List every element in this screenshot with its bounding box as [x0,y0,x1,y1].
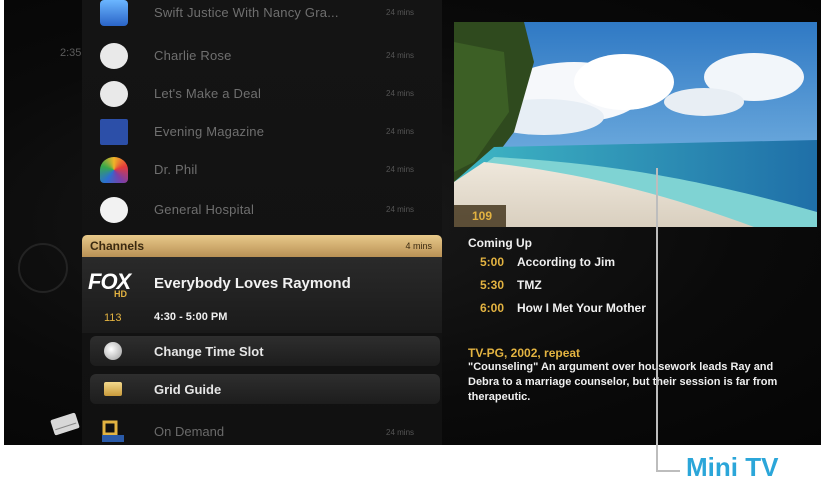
listing-duration: 24 mins [386,127,415,136]
coming-up-item[interactable]: 6:00 How I Met Your Mother [468,296,808,319]
pbs-logo [100,43,128,69]
grid-icon [104,382,122,396]
listing-title: Charlie Rose [154,48,232,63]
channels-mins: 4 mins [405,241,432,251]
selected-title: Everybody Loves Raymond [154,275,351,292]
listing-row[interactable]: Evening Magazine 24 mins [82,113,442,151]
listing-title: Dr. Phil [154,162,198,177]
coming-up-item[interactable]: 5:30 TMZ [468,273,808,296]
listing-duration: 24 mins [386,89,415,98]
selected-channel-number: 113 [104,312,122,324]
coming-up-time: 5:00 [480,255,505,269]
callout-line-horizontal [656,470,680,472]
mytv-logo [100,0,128,26]
menu-label: Change Time Slot [154,344,264,359]
coming-up-time: 6:00 [480,301,505,315]
listing-duration: 24 mins [386,205,415,214]
on-demand-logo [102,420,124,442]
on-demand-duration: 24 mins [386,428,415,437]
abc-logo [100,197,128,223]
listing-title: Let's Make a Deal [154,86,262,101]
channels-bar[interactable]: Channels 4 mins [82,235,442,257]
listing-duration: 24 mins [386,51,415,60]
listing-title: Swift Justice With Nancy Gra... [154,5,339,20]
network-sub-label: HD [114,289,127,299]
channels-label: Channels [90,239,145,253]
change-time-slot-button[interactable]: Change Time Slot [90,336,440,366]
selected-time: 4:30 - 5:00 PM [154,311,228,323]
grid-guide-button[interactable]: Grid Guide [90,374,440,404]
on-demand-row[interactable]: On Demand 24 mins [82,418,442,445]
beach-video-frame [454,22,817,227]
mini-tv[interactable]: 109 [454,22,817,227]
selected-program[interactable]: FOX HD Everybody Loves Raymond 113 4:30 … [82,257,442,333]
mini-tv-callout-label: Mini TV [686,452,779,482]
listing-row[interactable]: Charlie Rose 24 mins [82,37,442,75]
clock-icon [104,342,122,360]
coming-up-show: According to Jim [517,255,616,269]
listing-row[interactable]: Let's Make a Deal 24 mins [82,75,442,113]
coming-up-heading: Coming Up [468,236,532,250]
listing-row[interactable]: Swift Justice With Nancy Gra... 24 mins [82,0,442,32]
listing-row[interactable]: Dr. Phil 24 mins [82,151,442,189]
listing-title: Evening Magazine [154,124,265,139]
coming-up-item[interactable]: 5:00 According to Jim [468,250,808,273]
kstw-logo [100,119,128,145]
listing-duration: 24 mins [386,165,415,174]
timecode: 2:35 [60,47,82,59]
on-demand-title: On Demand [154,424,225,439]
nbc-logo [100,157,128,183]
menu-label: Grid Guide [154,382,222,397]
program-info-panel: Coming Up 5:00 According to Jim 5:30 TMZ… [468,236,808,403]
program-rating: TV-PG, 2002, repeat [468,346,581,360]
listing-row[interactable]: General Hospital 24 mins [82,191,442,229]
coming-up-time: 5:30 [480,278,505,292]
listing-title: General Hospital [154,202,255,217]
fox-hd-logo: FOX HD [88,269,132,301]
listing-duration: 24 mins [386,8,415,17]
coming-up-show: How I Met Your Mother [517,301,646,315]
mini-tv-channel-badge: 109 [454,205,506,227]
coming-up-show: TMZ [517,278,542,292]
back-circle-icon[interactable] [18,243,68,293]
program-description: "Counseling" An argument over housework … [468,361,778,403]
callout-line [656,168,658,472]
cbs-logo [100,81,128,107]
